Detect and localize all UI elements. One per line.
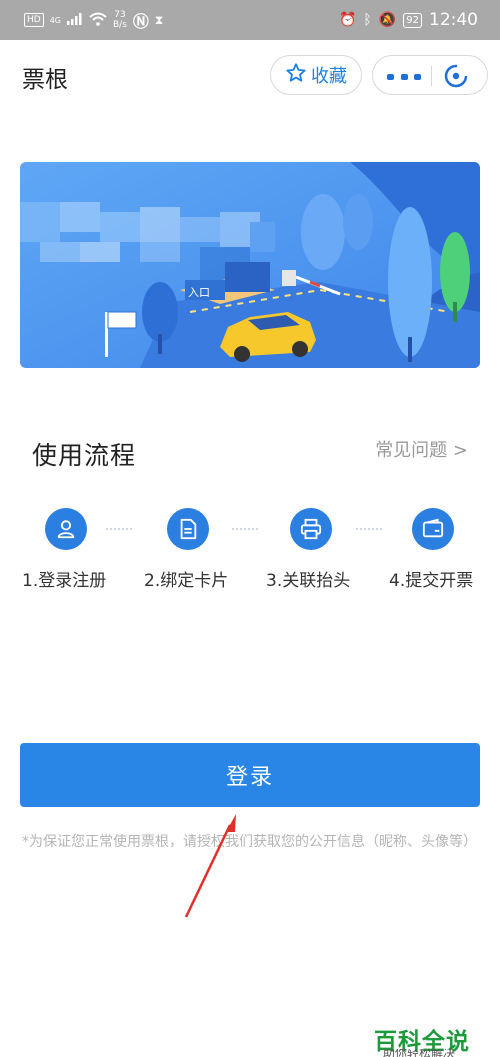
step-connector bbox=[232, 528, 258, 530]
login-button[interactable]: 登录 bbox=[20, 743, 480, 807]
alarm-icon: ⏰ bbox=[338, 12, 357, 28]
status-bar: HD 4G 73 B/s Ⓝ ⧗ ⏰ ᛒ 🔕 92 12:40 bbox=[0, 0, 500, 40]
process-title: 使用流程 bbox=[32, 441, 137, 470]
hd-badge: HD bbox=[24, 13, 44, 27]
hourglass-icon: ⧗ bbox=[154, 12, 164, 27]
mute-icon: 🔕 bbox=[378, 12, 397, 28]
step-connector bbox=[106, 528, 132, 530]
more-icon[interactable] bbox=[387, 74, 421, 80]
step-2-document-icon bbox=[167, 508, 209, 550]
status-right: ⏰ ᛒ 🔕 92 12:40 bbox=[339, 10, 478, 30]
mini-program-capsule bbox=[372, 55, 488, 95]
step-3-printer-icon bbox=[290, 508, 332, 550]
page-title: 票根 bbox=[22, 67, 68, 93]
step-connector bbox=[356, 528, 382, 530]
clock: 12:40 bbox=[429, 10, 478, 30]
close-icon[interactable] bbox=[443, 63, 469, 89]
step-label-1: 1.登录注册 bbox=[22, 571, 107, 591]
parking-illustration: 入口 bbox=[20, 162, 480, 368]
watermark-tagline-visible: 助你轻松解决 bbox=[383, 1049, 456, 1057]
battery-indicator: 92 bbox=[403, 12, 422, 28]
authorization-notice: *为保证您正常使用票根，请授权我们获取您的公开信息（昵称、头像等） bbox=[22, 834, 477, 850]
step-label-4: 4.提交开票 bbox=[389, 571, 474, 591]
faq-link[interactable]: 常见问题 > bbox=[375, 436, 468, 462]
step-label-3: 3.关联抬头 bbox=[266, 571, 351, 591]
star-icon bbox=[285, 62, 307, 89]
speed-value: 73 bbox=[114, 10, 126, 20]
step-1-user-icon bbox=[45, 508, 87, 550]
speed-unit: B/s bbox=[113, 20, 127, 30]
parking-banner: 入口 bbox=[20, 162, 480, 368]
network-type: 4G bbox=[49, 15, 61, 25]
bluetooth-icon: ᛒ bbox=[363, 12, 372, 28]
favorite-button[interactable]: 收藏 bbox=[270, 55, 362, 95]
nfc-icon: Ⓝ bbox=[132, 12, 149, 31]
capsule-divider bbox=[431, 66, 432, 86]
signal-icon bbox=[67, 12, 83, 28]
entrance-sign: 入口 bbox=[188, 286, 210, 299]
step-label-2: 2.绑定卡片 bbox=[144, 571, 229, 591]
favorite-label: 收藏 bbox=[311, 66, 347, 87]
network-speed: 73 B/s bbox=[113, 10, 127, 30]
status-left: HD 4G 73 B/s Ⓝ ⧗ bbox=[24, 8, 163, 32]
wifi-icon bbox=[89, 12, 107, 29]
step-4-wallet-icon bbox=[412, 508, 454, 550]
